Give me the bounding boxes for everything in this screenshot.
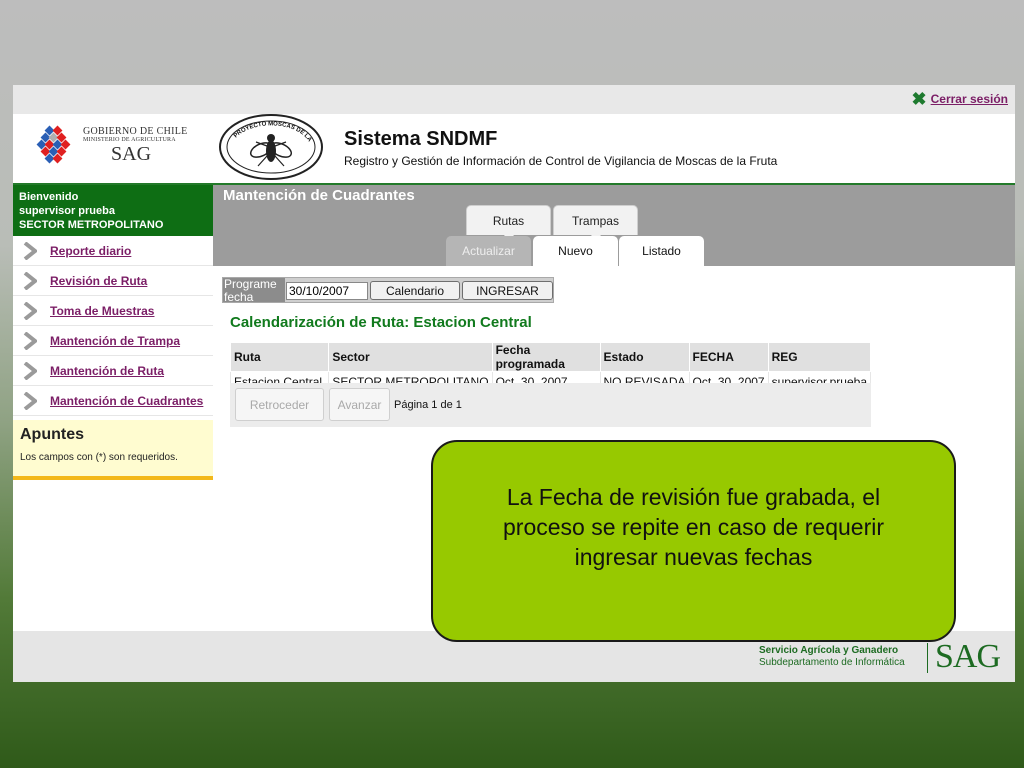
annotation-callout: La Fecha de revisión fue grabada, el pro… [431, 440, 956, 642]
moscas-fruta-seal: PROYECTO MOSCAS DE LA FRUTA [216, 110, 324, 181]
footer-dept: Subdepartamento de Informática [759, 657, 905, 668]
next-button[interactable]: Avanzar [329, 388, 390, 421]
date-form: Programe fecha Calendario INGRESAR [222, 277, 554, 303]
sidebar-item-toma-muestras[interactable]: Toma de Muestras [13, 296, 213, 326]
calendar-button[interactable]: Calendario [370, 281, 460, 300]
page-title: Mantención de Cuadrantes [223, 187, 415, 204]
sidebar-item-label[interactable]: Mantención de Ruta [50, 364, 164, 378]
column-header: Fecha programada [491, 342, 601, 372]
sidebar-item-label[interactable]: Reporte diario [50, 244, 131, 258]
page-indicator: Página 1 de 1 [394, 399, 462, 411]
tab-listado[interactable]: Listado [619, 236, 704, 266]
table-pager: Retroceder Avanzar Página 1 de 1 [230, 383, 871, 427]
logout-link[interactable]: Cerrar sesión [931, 92, 1008, 106]
gobierno-chile-logo: GOBIERNO DE CHILE MINISTERIO DE AGRICULT… [33, 124, 193, 169]
logout-link-group[interactable]: ✖ Cerrar sesión [912, 90, 1008, 108]
chevron-right-icon [23, 241, 37, 260]
sidebar-item-label[interactable]: Mantención de Cuadrantes [50, 394, 203, 408]
system-subtitle: Registro y Gestión de Información de Con… [344, 154, 778, 168]
footer-divider [927, 643, 928, 673]
footer-sag-logo: SAG [935, 638, 1001, 675]
back-button[interactable]: Retroceder [235, 388, 324, 421]
column-header: FECHA [688, 342, 769, 372]
sidebar-item-label[interactable]: Revisión de Ruta [50, 274, 147, 288]
fruit-fly-seal-icon: PROYECTO MOSCAS DE LA FRUTA [216, 110, 323, 180]
top-bar: ✖ Cerrar sesión [13, 85, 1015, 114]
welcome-sector: SECTOR METROPOLITANO [19, 219, 164, 231]
date-label: Programe fecha [223, 278, 285, 302]
tab-trampas[interactable]: Trampas [553, 205, 638, 241]
tab-label: Nuevo [558, 244, 593, 258]
table-header-row: Ruta Sector Fecha programada Estado FECH… [229, 342, 872, 372]
tab-rutas[interactable]: Rutas [466, 205, 551, 241]
apuntes-text: Los campos con (*) son requeridos. [20, 452, 178, 463]
sidebar-item-reporte-diario[interactable]: Reporte diario [13, 236, 213, 266]
sidebar-item-label[interactable]: Mantención de Trampa [50, 334, 180, 348]
tab-label: Trampas [572, 213, 619, 228]
chevron-right-icon [23, 391, 37, 410]
date-input[interactable] [286, 282, 368, 300]
gobierno-sag: SAG [111, 143, 152, 165]
sidebar-item-mantencion-ruta[interactable]: Mantención de Ruta [13, 356, 213, 386]
gobierno-line1: GOBIERNO DE CHILE [83, 126, 188, 137]
sidebar-item-mantencion-cuadrantes[interactable]: Mantención de Cuadrantes [13, 386, 213, 416]
ingresar-button[interactable]: INGRESAR [462, 281, 553, 300]
apuntes-title: Apuntes [20, 426, 84, 443]
welcome-box: Bienvenido supervisor prueba SECTOR METR… [13, 185, 213, 236]
sidebar-item-revision-ruta[interactable]: Revisión de Ruta [13, 266, 213, 296]
sidebar-item-mantencion-trampa[interactable]: Mantención de Trampa [13, 326, 213, 356]
tab-label: Listado [642, 244, 681, 258]
system-title: Sistema SNDMF [344, 128, 498, 150]
column-header: Estado [599, 342, 690, 372]
chevron-right-icon [23, 271, 37, 290]
sidebar-item-label[interactable]: Toma de Muestras [50, 304, 154, 318]
gobierno-emblem-icon [36, 125, 71, 164]
tab-actualizar[interactable]: Actualizar [446, 236, 531, 266]
chevron-right-icon [23, 301, 37, 320]
content-banner: Mantención de Cuadrantes Rutas Trampas A… [213, 185, 1015, 266]
column-header: Sector [328, 342, 493, 372]
chevron-right-icon [23, 331, 37, 350]
section-title: Calendarización de Ruta: Estacion Centra… [230, 314, 532, 331]
tab-nuevo[interactable]: Nuevo [533, 236, 618, 266]
column-header: REG [767, 342, 872, 372]
welcome-user: supervisor prueba [19, 205, 115, 217]
close-x-icon[interactable]: ✖ [912, 90, 927, 108]
sidebar: Bienvenido supervisor prueba SECTOR METR… [13, 185, 213, 585]
chevron-right-icon [23, 361, 37, 380]
gobierno-text: GOBIERNO DE CHILE MINISTERIO DE AGRICULT… [83, 126, 188, 165]
date-label-line2: fecha [224, 290, 254, 303]
welcome-line1: Bienvenido [19, 191, 79, 203]
tab-label: Actualizar [462, 244, 515, 258]
tab-label: Rutas [492, 213, 525, 228]
footer-org: Servicio Agrícola y Ganadero [759, 645, 899, 656]
column-header: Ruta [229, 342, 330, 372]
apuntes-box: Apuntes Los campos con (*) son requerido… [13, 420, 213, 480]
app-header: GOBIERNO DE CHILE MINISTERIO DE AGRICULT… [13, 110, 1015, 185]
